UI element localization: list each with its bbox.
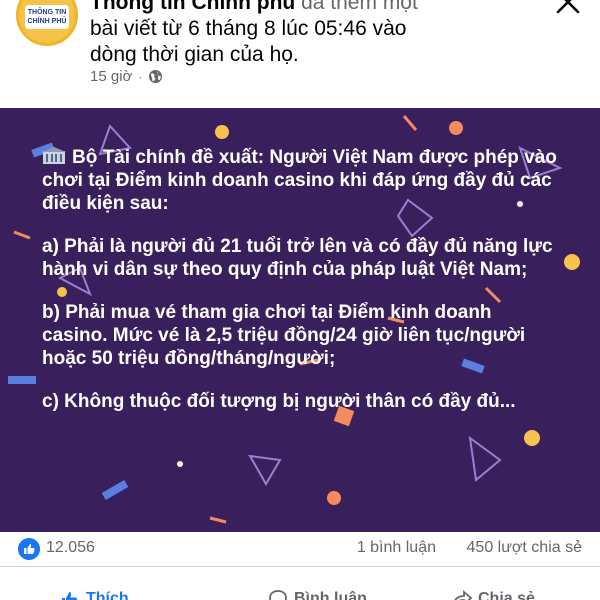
page-avatar[interactable]: THÔNG TIN CHÍNH PHỦ [16,0,78,46]
header-action-text: đã thêm một [295,0,418,14]
like-label: Thích [86,590,129,600]
post-image-banner[interactable]: Bộ Tài chính đề xuất: Người Việt Nam đượ… [0,108,600,532]
condition-a: a) Phải là người đủ 21 tuổi trở lên và c… [42,236,553,280]
share-button[interactable]: Chia sẻ [452,589,535,600]
meta-separator: · [138,69,143,84]
thumbs-up-icon [62,592,77,600]
share-label: Chia sẻ [478,590,535,600]
bank-emoji-icon [42,147,66,164]
like-icon[interactable] [18,538,40,560]
author-name[interactable]: Thông tin Chính phủ [90,0,295,14]
like-count[interactable]: 12.056 [46,539,95,557]
post-meta: 15 giờ · [90,68,163,85]
comment-icon [269,590,287,600]
avatar-logo-text: THÔNG TIN CHÍNH PHỦ [25,5,69,29]
close-icon[interactable] [554,0,582,16]
like-button[interactable]: Thích [60,589,129,600]
comment-button[interactable]: Bình luận [268,589,367,600]
globe-icon [149,69,163,84]
intro-text: Bộ Tài chính đề xuất: Người Việt Nam đượ… [42,147,557,214]
share-count[interactable]: 450 lượt chia sẻ [467,539,582,557]
post-time[interactable]: 15 giờ [90,68,132,85]
share-icon [454,590,472,600]
announcement-text: Bộ Tài chính đề xuất: Người Việt Nam đượ… [42,146,562,433]
announcement-intro: Bộ Tài chính đề xuất: Người Việt Nam đượ… [42,146,562,215]
condition-b: b) Phải mua vé tham gia chơi tại Điểm ki… [42,302,526,369]
condition-c: c) Không thuộc đối tượng bị người thân c… [42,391,516,412]
comment-count[interactable]: 1 bình luận [357,539,436,557]
comment-label: Bình luận [294,590,367,600]
engagement-stats: 12.056 1 bình luận 450 lượt chia sẻ [0,532,600,566]
header-line-2: bài viết từ 6 tháng 8 lúc 05:46 vào [90,17,407,40]
post-header: THÔNG TIN CHÍNH PHỦ Thông tin Chính phủ … [0,0,600,108]
header-line-1: Thông tin Chính phủ đã thêm một [90,0,418,16]
post-actions: Thích Bình luận Chia sẻ [0,566,600,600]
header-line-3: dòng thời gian của họ. [90,43,299,66]
